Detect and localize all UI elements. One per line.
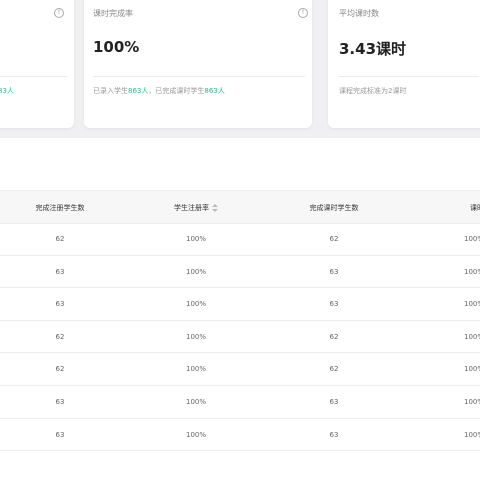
stat-card-registration: ! 83人 xyxy=(0,0,74,128)
table-row: 63 100% 63 100% xyxy=(0,287,480,321)
info-icon[interactable]: ! xyxy=(54,8,64,18)
table-cell: 62 xyxy=(329,235,339,243)
table-cell: 62 xyxy=(55,235,65,243)
table-cell: 63 xyxy=(329,300,339,309)
stat-card-completion-rate: 课时完成率 ! 100% 已录入学生863人，已完成课时学生863人 xyxy=(84,0,312,128)
table-cell: 100% xyxy=(185,267,207,276)
table-row: 63 100% 63 100% xyxy=(0,255,480,289)
column-header-label: 学生注册率 xyxy=(174,204,209,212)
table-cell: 63 xyxy=(329,267,339,276)
table-cell: 63 xyxy=(55,267,65,276)
card-note-count: 83人 xyxy=(0,87,14,95)
card-title: 平均课时数 xyxy=(339,9,379,18)
table-cell: 100% xyxy=(185,398,207,406)
table-row: 62 100% 62 100% xyxy=(0,222,480,256)
card-value: 100% xyxy=(93,38,140,56)
card-note: 课程完成标准为2课时 xyxy=(339,86,406,96)
table-cell: 63 xyxy=(55,398,65,406)
table-cell: 100% xyxy=(464,365,480,374)
column-header-registered-students: 完成注册学生数 xyxy=(35,204,85,212)
card-divider xyxy=(93,76,305,77)
table-cell: 100% xyxy=(464,430,480,439)
table-cell: 62 xyxy=(55,332,65,341)
table-cell: 100% xyxy=(185,300,207,309)
table-cell: 100% xyxy=(185,365,207,374)
table-cell: 62 xyxy=(329,332,339,341)
table-cell: 100% xyxy=(464,300,480,309)
card-note-count: 863人 xyxy=(204,87,225,95)
column-header-completion-rate: 课时完成 xyxy=(470,204,480,212)
card-note-count: 863人 xyxy=(128,87,149,95)
table-row: 63 100% 63 100% xyxy=(0,385,480,419)
table-cell: 63 xyxy=(329,430,339,439)
card-value: 3.43课时 xyxy=(339,40,407,58)
table-cell: 62 xyxy=(329,365,339,374)
table-cell: 100% xyxy=(464,267,480,276)
table-cell: 100% xyxy=(464,235,480,243)
table-cell: 63 xyxy=(55,300,65,309)
column-header-registration-rate[interactable]: 学生注册率 xyxy=(174,203,218,213)
table-row: 62 100% 62 100% xyxy=(0,320,480,354)
card-note: 已录入学生863人，已完成课时学生863人 xyxy=(93,86,225,96)
info-icon[interactable]: ! xyxy=(298,8,308,18)
card-note-text: 课程完成标准为2课时 xyxy=(339,87,407,95)
column-header-completed-students: 完成课时学生数 xyxy=(309,204,359,212)
table-row: 63 100% 63 100% xyxy=(0,418,480,452)
data-table-panel: 完成注册学生数 学生注册率 完成课时学生数 课时完成 62100%62100%6… xyxy=(0,138,480,480)
card-divider xyxy=(339,76,479,77)
table-cell: 100% xyxy=(464,398,480,406)
card-divider xyxy=(0,76,68,77)
table-cell: 100% xyxy=(185,235,207,243)
table-cell: 100% xyxy=(185,430,207,439)
table-header: 完成注册学生数 学生注册率 完成课时学生数 课时完成 xyxy=(0,190,480,224)
table-cell: 100% xyxy=(185,332,207,341)
sort-icon[interactable] xyxy=(212,204,218,212)
table-cell: 63 xyxy=(55,430,65,439)
table-cell: 100% xyxy=(464,332,480,341)
stat-card-average-hours: 平均课时数 3.43课时 课程完成标准为2课时 xyxy=(328,0,480,128)
card-note-text: ，已完成课时学生 xyxy=(148,87,205,95)
card-note: 83人 xyxy=(0,86,14,96)
table-cell: 63 xyxy=(329,398,339,406)
card-note-text: 已录入学生 xyxy=(93,87,128,95)
table-row: 62 100% 62 100% xyxy=(0,352,480,386)
card-title: 课时完成率 xyxy=(93,9,133,18)
table-cell: 62 xyxy=(55,365,65,374)
